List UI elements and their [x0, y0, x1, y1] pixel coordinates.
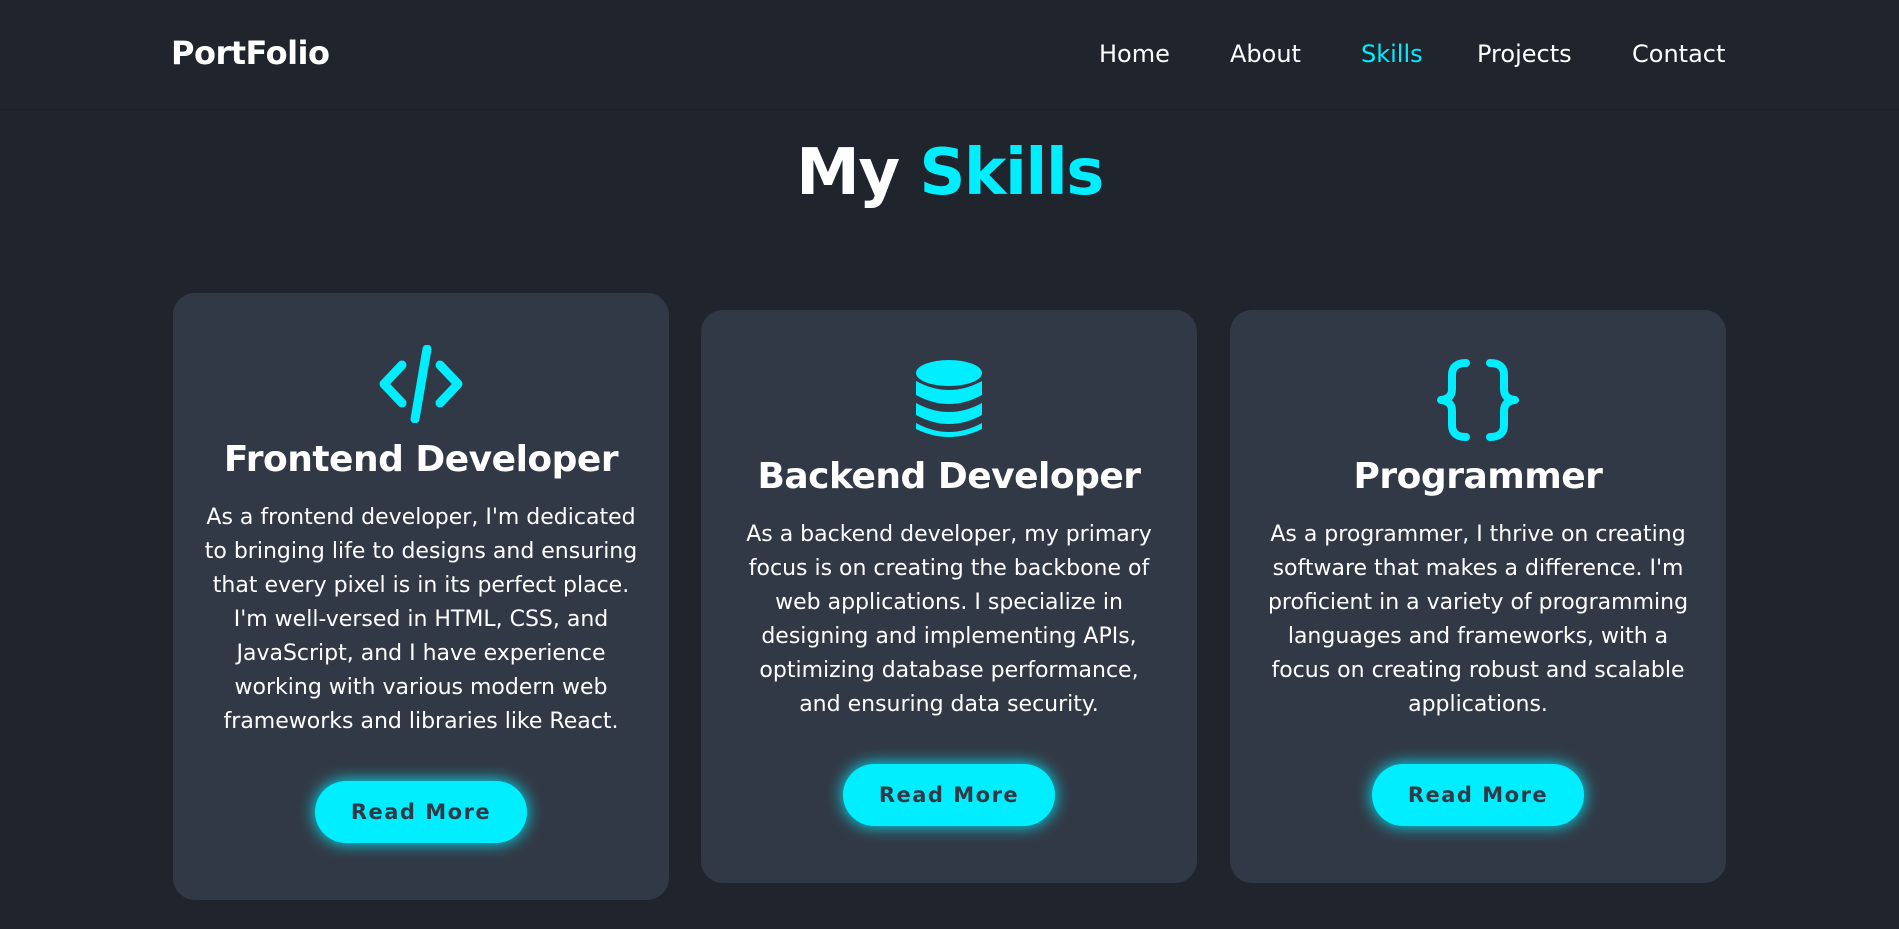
card-description: As a programmer, I thrive on creating so… — [1267, 522, 1689, 717]
code-icon — [173, 345, 669, 423]
read-more-button[interactable]: Read More — [843, 764, 1055, 826]
nav-about[interactable]: About — [1230, 40, 1301, 68]
section-title: My Skills — [0, 136, 1899, 210]
nav-home[interactable]: Home — [1099, 40, 1170, 68]
nav-skills[interactable]: Skills — [1361, 40, 1423, 68]
skill-card-backend: Backend Developer As a backend developer… — [701, 310, 1197, 883]
database-icon — [701, 359, 1197, 441]
card-description: As a frontend developer, I'm dedicated t… — [204, 505, 638, 734]
card-title: Backend Developer — [757, 456, 1141, 497]
nav-projects[interactable]: Projects — [1477, 40, 1572, 68]
read-more-button[interactable]: Read More — [315, 781, 527, 843]
card-title: Frontend Developer — [223, 439, 619, 480]
section-title-accent: Skills — [919, 136, 1104, 210]
card-description: As a backend developer, my primary focus… — [746, 522, 1152, 717]
skill-card-programmer: Programmer As a programmer, I thrive on … — [1230, 310, 1726, 883]
skill-card-frontend: Frontend Developer As a frontend develop… — [173, 293, 669, 900]
read-more-button[interactable]: Read More — [1372, 764, 1584, 826]
main-nav: Home About Skills Projects Contact — [0, 40, 1899, 72]
card-title: Programmer — [1353, 456, 1603, 497]
section-title-plain: My — [796, 136, 900, 210]
nav-contact[interactable]: Contact — [1632, 40, 1725, 68]
site-header: PortFolio Home About Skills Projects Con… — [0, 0, 1899, 110]
curly-braces-icon — [1230, 359, 1726, 441]
